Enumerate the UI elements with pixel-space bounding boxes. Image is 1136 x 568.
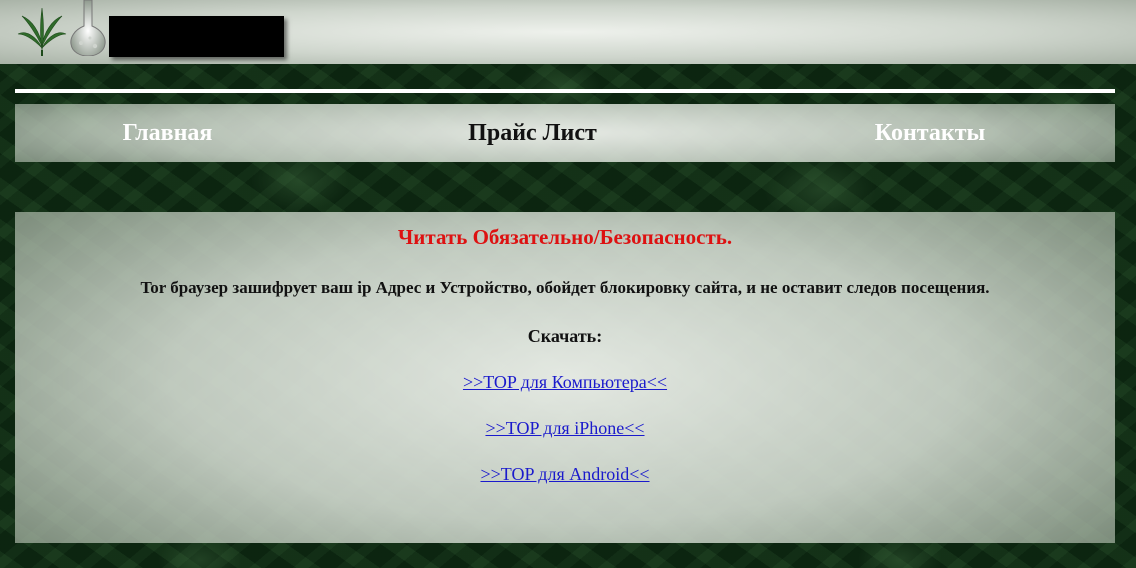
security-warning-title: Читать Обязательно/Безопасность. <box>397 225 733 249</box>
divider-line <box>15 89 1115 93</box>
content-panel: Читать Обязательно/Безопасность. Tor бра… <box>15 212 1115 543</box>
tor-android-link[interactable]: >>TOP для Android<< <box>480 464 649 484</box>
download-link-row: >>TOP для Android<< <box>15 464 1115 485</box>
download-label: Скачать: <box>527 326 603 346</box>
nav-item-home[interactable]: Главная <box>95 104 240 162</box>
main-nav: Главная Прайс Лист Контакты <box>15 104 1115 162</box>
flask-icon <box>70 0 106 56</box>
tor-description: Tor браузер зашифрует ваш ip Адрес и Уст… <box>140 278 990 297</box>
download-link-row: >>TOP для Компьютера<< <box>15 372 1115 393</box>
download-link-row: >>TOP для iPhone<< <box>15 418 1115 439</box>
header-bar <box>0 0 1136 64</box>
nav-item-contacts[interactable]: Контакты <box>855 104 1005 162</box>
redacted-logo-box <box>109 16 284 57</box>
tor-computer-link[interactable]: >>TOP для Компьютера<< <box>463 372 667 392</box>
nav-item-price-list[interactable]: Прайс Лист <box>445 104 620 162</box>
cannabis-leaf-icon <box>17 7 67 56</box>
tor-iphone-link[interactable]: >>TOP для iPhone<< <box>485 418 644 438</box>
